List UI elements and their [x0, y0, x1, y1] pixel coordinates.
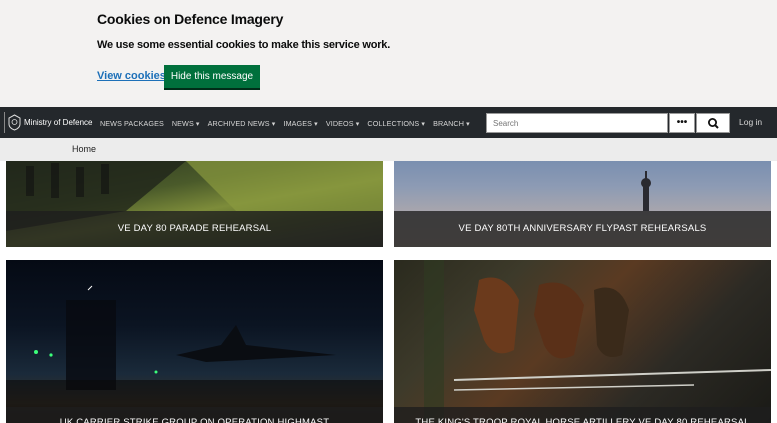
nav-item-branch[interactable]: BRANCH ▾ — [433, 119, 470, 128]
nav-item-archived-news[interactable]: ARCHIVED NEWS ▾ — [208, 119, 276, 128]
card-caption: UK CARRIER STRIKE GROUP ON OPERATION HIG… — [6, 407, 383, 423]
gallery-card[interactable]: THE KING'S TROOP ROYAL HORSE ARTILLERY V… — [394, 260, 771, 423]
view-cookies-link[interactable]: View cookies — [97, 70, 166, 82]
page: Cookies on Defence Imagery We use some e… — [0, 0, 777, 423]
cookie-banner: Cookies on Defence Imagery We use some e… — [0, 0, 777, 107]
gallery-card[interactable]: VE DAY 80TH ANNIVERSARY FLYPAST REHEARSA… — [394, 161, 771, 247]
login-link[interactable]: Log in — [739, 117, 762, 127]
card-caption: VE DAY 80 PARADE REHEARSAL — [6, 211, 383, 247]
breadcrumb-home[interactable]: Home — [72, 144, 96, 154]
gallery-card[interactable]: VE DAY 80 PARADE REHEARSAL — [6, 161, 383, 247]
search-options-button[interactable]: ••• — [669, 113, 695, 133]
nav-divider — [4, 112, 5, 133]
nav-item-videos[interactable]: VIDEOS ▾ — [326, 119, 360, 128]
nav-item-news[interactable]: NEWS ▾ — [172, 119, 200, 128]
nav-menu: NEWS PACKAGES NEWS ▾ ARCHIVED NEWS ▾ IMA… — [100, 119, 470, 128]
search-icon — [707, 118, 719, 129]
cookie-banner-title: Cookies on Defence Imagery — [97, 11, 284, 27]
card-caption: THE KING'S TROOP ROYAL HORSE ARTILLERY V… — [394, 407, 771, 423]
card-image — [424, 260, 771, 423]
breadcrumb: Home — [0, 138, 777, 161]
crest-icon[interactable] — [7, 114, 22, 131]
nav-item-news-packages[interactable]: NEWS PACKAGES — [100, 119, 164, 128]
brand-name[interactable]: Ministry of Defence — [24, 118, 92, 127]
hide-message-button[interactable]: Hide this message — [164, 65, 260, 88]
search-button[interactable] — [696, 113, 730, 133]
gallery-card[interactable]: UK CARRIER STRIKE GROUP ON OPERATION HIG… — [6, 260, 383, 423]
nav-item-images[interactable]: IMAGES ▾ — [283, 119, 317, 128]
search-input[interactable] — [486, 113, 668, 133]
cookie-banner-message: We use some essential cookies to make th… — [97, 39, 391, 51]
card-caption: VE DAY 80TH ANNIVERSARY FLYPAST REHEARSA… — [394, 211, 771, 247]
nav-item-collections[interactable]: COLLECTIONS ▾ — [367, 119, 425, 128]
card-image — [6, 285, 383, 423]
